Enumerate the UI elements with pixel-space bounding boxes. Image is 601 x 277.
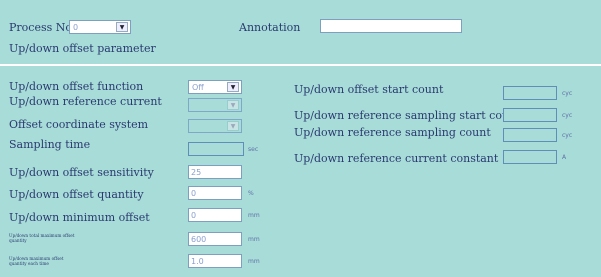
- sampling-count-input[interactable]: [503, 128, 557, 142]
- offset-function-label: Up/down offset function: [9, 80, 144, 93]
- sampling-time-input[interactable]: [188, 142, 244, 156]
- start-count-unit: cyc: [562, 90, 573, 97]
- quantity-label: Up/down offset quantity: [9, 188, 144, 201]
- maximum-each-label: Up/down maximum offset quantity each tim…: [9, 256, 64, 266]
- chevron-down-icon[interactable]: ▼: [227, 82, 239, 92]
- coordinate-system-label: Offset coordinate system: [9, 118, 149, 131]
- sampling-count-label: Up/down reference sampling count: [294, 126, 491, 139]
- sampling-start-input[interactable]: [503, 108, 557, 122]
- reference-current-label: Up/down reference current: [9, 95, 162, 108]
- sensitivity-input[interactable]: 25: [188, 165, 242, 179]
- reference-current-select[interactable]: ▼: [188, 98, 242, 112]
- sampling-start-unit: cyc: [562, 112, 573, 119]
- chevron-down-icon[interactable]: ▼: [116, 22, 128, 32]
- sensitivity-label: Up/down offset sensitivity: [9, 166, 154, 179]
- process-no-label: Process No.: [9, 21, 76, 34]
- start-count-label: Up/down offset start count: [294, 83, 444, 96]
- maximum-each-unit: mm: [248, 258, 260, 265]
- start-count-input[interactable]: [503, 86, 557, 100]
- chevron-down-icon: ▼: [227, 121, 239, 131]
- offset-function-value: Off: [192, 83, 204, 92]
- annotation-input[interactable]: [320, 19, 462, 33]
- quantity-input[interactable]: 0: [188, 186, 242, 200]
- sampling-count-unit: cyc: [562, 132, 573, 139]
- current-constant-unit: A: [562, 154, 567, 161]
- sampling-time-label: Sampling time: [9, 138, 91, 151]
- current-constant-label: Up/down reference current constant: [294, 152, 499, 165]
- offset-function-select[interactable]: Off ▼: [188, 80, 242, 94]
- process-no-value: 0: [73, 23, 79, 32]
- minimum-offset-unit: mm: [248, 212, 260, 219]
- annotation-label: Annotation: [239, 21, 301, 34]
- chevron-down-icon: ▼: [227, 100, 239, 110]
- process-no-select[interactable]: 0 ▼: [69, 20, 131, 34]
- current-constant-input[interactable]: [503, 150, 557, 164]
- sampling-start-label: Up/down reference sampling start coun: [294, 109, 517, 122]
- section-divider: [0, 64, 601, 66]
- total-maximum-input[interactable]: 600: [188, 232, 242, 246]
- section-title: Up/down offset parameter: [9, 42, 156, 55]
- sampling-time-unit: sec: [248, 146, 259, 153]
- minimum-offset-input[interactable]: 0: [188, 208, 242, 222]
- quantity-unit: %: [248, 190, 254, 197]
- total-maximum-unit: mm: [248, 236, 260, 243]
- total-maximum-label: Up/down total maximum offset quantity: [9, 233, 75, 243]
- coordinate-system-select[interactable]: ▼: [188, 119, 242, 133]
- minimum-offset-label: Up/down minimum offset: [9, 211, 150, 224]
- maximum-each-input[interactable]: 1.0: [188, 254, 242, 268]
